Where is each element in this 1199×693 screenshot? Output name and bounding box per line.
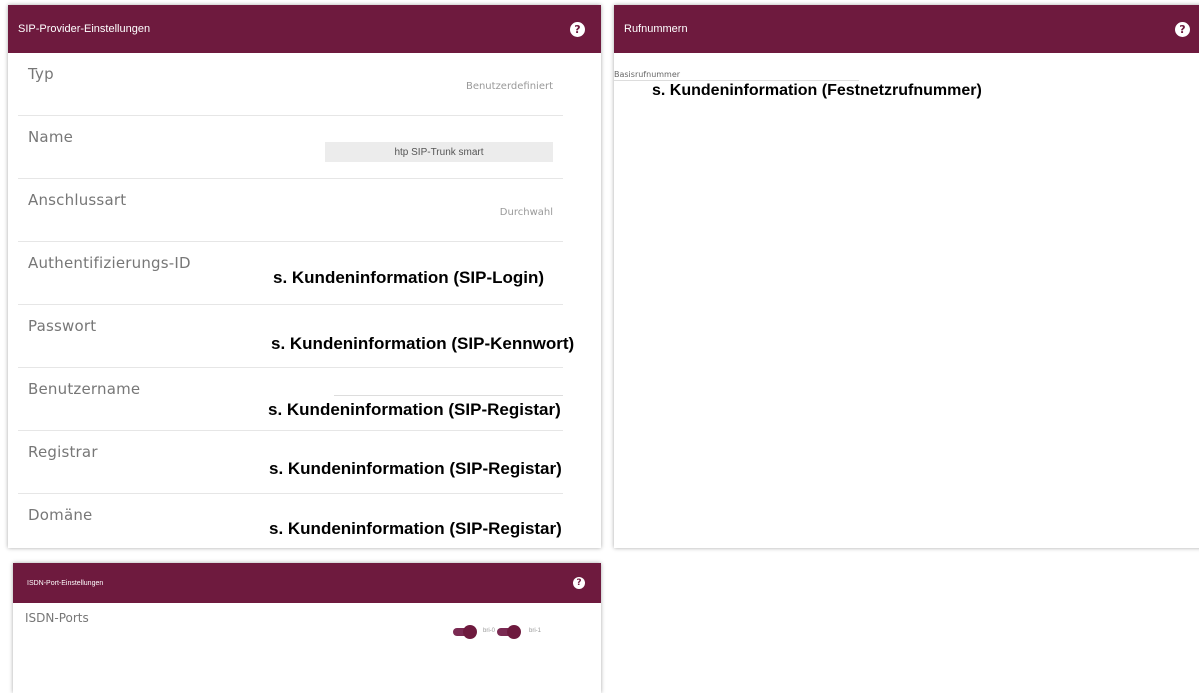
- bri-1-label: bri-1: [529, 628, 542, 634]
- isdn-port-title: ISDN-Port-Einstellungen: [27, 579, 104, 587]
- row-registrar: Registrar s. Kundeninformation (SIP-Regi…: [18, 431, 563, 494]
- passwort-label: Passwort: [28, 317, 97, 335]
- toggle-bri-0[interactable]: [453, 625, 481, 639]
- passwort-value[interactable]: s. Kundeninformation (SIP-Kennwort): [271, 334, 574, 354]
- toggle-bri-1[interactable]: [497, 625, 525, 639]
- domaene-label: Domäne: [28, 506, 93, 524]
- row-typ: Typ Benutzerdefiniert: [18, 53, 563, 116]
- auth-id-label: Authentifizierungs-ID: [28, 254, 191, 272]
- typ-value[interactable]: Benutzerdefiniert: [466, 81, 553, 92]
- name-input[interactable]: [325, 142, 553, 162]
- rufnummern-header: Rufnummern ?: [614, 5, 1199, 53]
- row-passwort: Passwort s. Kundeninformation (SIP-Kennw…: [18, 305, 574, 368]
- isdn-ports-label: ISDN-Ports: [25, 611, 89, 625]
- sip-provider-title: SIP-Provider-Einstellungen: [18, 23, 151, 35]
- isdn-port-panel: ISDN-Port-Einstellungen ? ISDN-Ports bri…: [13, 563, 601, 693]
- rufnummern-title: Rufnummern: [624, 23, 688, 35]
- row-authentifizierungs-id: Authentifizierungs-ID s. Kundeninformati…: [18, 242, 563, 305]
- help-icon[interactable]: ?: [573, 577, 585, 589]
- basisrufnummer-field: Basisrufnummer s. Kundeninformation (Fes…: [614, 53, 1199, 113]
- basisrufnummer-underline: [614, 80, 859, 81]
- row-domaene: Domäne s. Kundeninformation (SIP-Regista…: [18, 494, 563, 556]
- row-benutzername: Benutzername s. Kundeninformation (SIP-R…: [18, 368, 563, 431]
- rufnummern-panel: Rufnummern ? Basisrufnummer s. Kundeninf…: [614, 5, 1199, 548]
- anschlussart-value[interactable]: Durchwahl: [500, 207, 553, 218]
- registrar-label: Registrar: [28, 443, 98, 461]
- benutzername-label: Benutzername: [28, 380, 141, 398]
- typ-label: Typ: [28, 65, 54, 83]
- isdn-ports-row: ISDN-Ports bri-0 bri-1: [13, 603, 601, 663]
- domaene-value[interactable]: s. Kundeninformation (SIP-Registar): [269, 519, 562, 539]
- registrar-value[interactable]: s. Kundeninformation (SIP-Registar): [269, 459, 562, 479]
- bri-0-label: bri-0: [483, 628, 496, 634]
- row-name: Name: [18, 116, 563, 179]
- row-anschlussart: Anschlussart Durchwahl: [18, 179, 563, 242]
- name-label: Name: [28, 128, 74, 146]
- benutzername-value[interactable]: s. Kundeninformation (SIP-Registar): [268, 400, 561, 420]
- benutzername-field-line: [334, 395, 563, 396]
- isdn-ports-toggles: bri-0 bri-1: [453, 625, 542, 639]
- anschlussart-label: Anschlussart: [28, 191, 127, 209]
- isdn-port-header: ISDN-Port-Einstellungen ?: [13, 563, 601, 603]
- basisrufnummer-label: Basisrufnummer: [614, 70, 681, 79]
- sip-provider-panel: SIP-Provider-Einstellungen ? Typ Benutze…: [8, 5, 601, 548]
- sip-provider-header: SIP-Provider-Einstellungen ?: [8, 5, 601, 53]
- basisrufnummer-value[interactable]: s. Kundeninformation (Festnetzrufnummer): [652, 82, 982, 100]
- help-icon[interactable]: ?: [570, 21, 585, 37]
- help-icon[interactable]: ?: [1175, 21, 1190, 37]
- auth-id-value[interactable]: s. Kundeninformation (SIP-Login): [273, 268, 544, 288]
